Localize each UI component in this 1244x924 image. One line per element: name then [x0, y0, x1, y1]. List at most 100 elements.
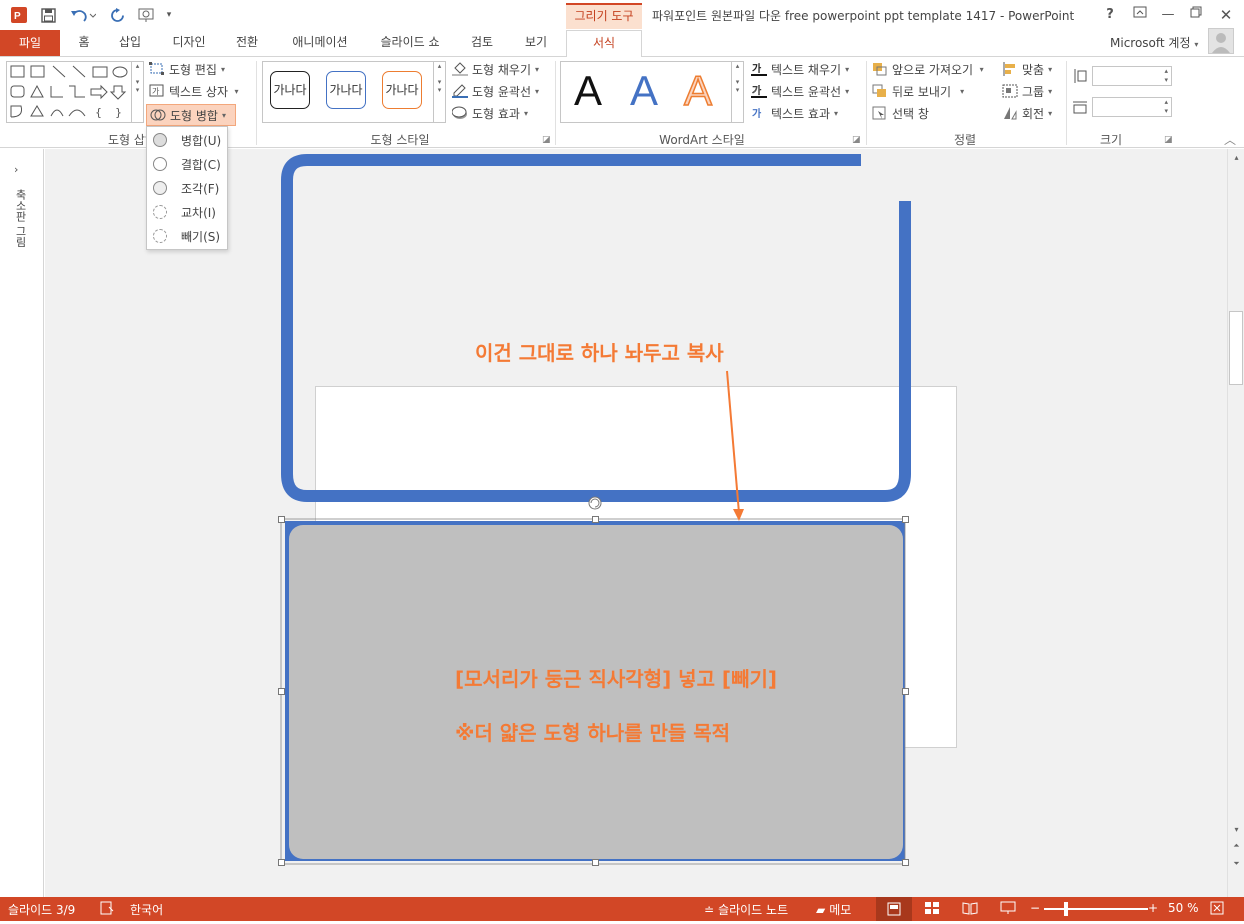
- resize-handle[interactable]: [902, 688, 909, 695]
- scrollbar-thumb[interactable]: [1229, 311, 1243, 385]
- selection-pane-button[interactable]: 선택 창: [872, 103, 929, 123]
- subtract-icon: [153, 229, 167, 243]
- resize-handle[interactable]: [278, 859, 285, 866]
- wordart-scroll[interactable]: ▴ ▾ ▾: [731, 62, 743, 122]
- size-launcher-icon[interactable]: ◪: [1164, 135, 1173, 145]
- tab-home[interactable]: 홈: [70, 30, 98, 56]
- shape-height-input[interactable]: ▴ ▾: [1092, 66, 1172, 86]
- shape-styles-launcher-icon[interactable]: ◪: [542, 135, 551, 145]
- width-icon: [1072, 97, 1088, 117]
- next-slide-icon[interactable]: ⏷: [1230, 859, 1243, 869]
- shape-fill-button[interactable]: 도형 채우기 ▾: [452, 59, 539, 79]
- account-name[interactable]: Microsoft 계정 ▾: [1110, 34, 1198, 51]
- tab-view[interactable]: 보기: [516, 30, 556, 56]
- text-outline-button[interactable]: 가 텍스트 윤곽선 ▾: [751, 81, 849, 101]
- fit-to-window-icon[interactable]: [1210, 901, 1224, 915]
- powerpoint-logo-icon[interactable]: P: [8, 5, 30, 25]
- rotate-button[interactable]: 회전 ▾: [1002, 103, 1052, 123]
- customize-qat-icon[interactable]: ▾: [163, 5, 175, 25]
- shape-style-sample-1[interactable]: 가나다: [270, 71, 310, 109]
- edit-shape-button[interactable]: 도형 편집 ▾: [149, 59, 225, 79]
- resize-handle[interactable]: [902, 859, 909, 866]
- shape-styles-scroll[interactable]: ▴ ▾ ▾: [433, 62, 445, 122]
- zoom-out-icon[interactable]: −: [1030, 901, 1040, 915]
- scroll-up-icon[interactable]: ▴: [1230, 153, 1243, 162]
- shapes-gallery-scroll[interactable]: ▴ ▾ ▾: [131, 62, 143, 122]
- shapes-gallery[interactable]: { } ▴ ▾ ▾: [6, 61, 144, 123]
- text-effects-button[interactable]: 가 텍스트 효과 ▾: [751, 103, 838, 123]
- restore-button[interactable]: [1183, 4, 1209, 26]
- send-backward-icon: [872, 84, 888, 98]
- vertical-scrollbar[interactable]: ▴ ▾ ⏶ ⏷: [1227, 149, 1244, 897]
- language-indicator[interactable]: 한국어: [130, 901, 163, 918]
- svg-text:}: }: [115, 106, 122, 119]
- slide-sorter-icon[interactable]: [924, 901, 940, 915]
- zoom-level[interactable]: 50 %: [1168, 901, 1199, 915]
- previous-slide-icon[interactable]: ⏶: [1230, 841, 1243, 851]
- scroll-down-icon[interactable]: ▾: [1230, 825, 1243, 834]
- edit-shape-label: 도형 편집: [169, 62, 217, 77]
- wordart-sample-black[interactable]: A: [574, 67, 602, 115]
- tab-review[interactable]: 검토: [462, 30, 502, 56]
- zoom-slider[interactable]: [1044, 908, 1148, 910]
- menu-item-fragment[interactable]: 조각(F): [147, 177, 227, 199]
- wordart-launcher-icon[interactable]: ◪: [852, 135, 861, 145]
- tab-insert[interactable]: 삽입: [112, 30, 148, 56]
- resize-handle[interactable]: [592, 516, 599, 523]
- zoom-slider-thumb[interactable]: [1064, 902, 1068, 916]
- normal-view-button[interactable]: [876, 897, 912, 921]
- redo-icon[interactable]: [108, 5, 126, 25]
- tab-format[interactable]: 서식: [566, 30, 642, 57]
- resize-handle[interactable]: [592, 859, 599, 866]
- wordart-sample-blue[interactable]: A: [630, 67, 658, 115]
- text-fill-button[interactable]: 가 텍스트 채우기 ▾: [751, 59, 849, 79]
- align-button[interactable]: 맞춤 ▾: [1002, 59, 1052, 79]
- shape-width-input[interactable]: ▴ ▾: [1092, 97, 1172, 117]
- shape-outline-button[interactable]: 도형 윤곽선 ▾: [452, 81, 539, 101]
- collapse-ribbon-icon[interactable]: ︿: [1224, 131, 1236, 148]
- wordart-sample-orange[interactable]: A: [683, 66, 713, 115]
- spellcheck-icon[interactable]: [100, 901, 114, 915]
- shape-style-sample-2[interactable]: 가나다: [326, 71, 366, 109]
- text-outline-icon: 가: [751, 84, 767, 98]
- menu-item-subtract[interactable]: 빼기(S): [147, 225, 227, 247]
- tab-file[interactable]: 파일: [0, 30, 60, 56]
- align-icon: [1002, 62, 1018, 76]
- merge-shapes-button[interactable]: 도형 병합 ▾: [146, 104, 236, 126]
- avatar[interactable]: [1208, 28, 1234, 54]
- undo-icon[interactable]: [68, 5, 98, 25]
- notes-icon: ≐: [704, 902, 715, 917]
- menu-item-union[interactable]: 병합(U): [147, 129, 227, 151]
- shape-effects-button[interactable]: 도형 효과 ▾: [451, 103, 528, 123]
- notes-button[interactable]: ≐ 슬라이드 노트: [704, 901, 788, 918]
- shape-style-sample-3[interactable]: 가나다: [382, 71, 422, 109]
- group-button[interactable]: 그룹 ▾: [1002, 81, 1052, 101]
- resize-handle[interactable]: [902, 516, 909, 523]
- menu-item-combine[interactable]: 결합(C): [147, 153, 227, 175]
- help-button[interactable]: ?: [1097, 4, 1123, 26]
- tab-slideshow[interactable]: 슬라이드 쇼: [372, 30, 448, 56]
- slideshow-view-icon[interactable]: [1000, 901, 1016, 915]
- expand-pane-icon[interactable]: ›: [14, 163, 18, 176]
- save-icon[interactable]: [38, 5, 58, 25]
- bring-forward-button[interactable]: 앞으로 가져오기 ▾: [872, 59, 984, 79]
- resize-handle[interactable]: [278, 688, 285, 695]
- comments-button[interactable]: ▰ 메모: [816, 901, 851, 918]
- thumbnail-pane: › 축소판 그림: [0, 149, 44, 897]
- tab-animations[interactable]: 애니메이션: [282, 30, 358, 56]
- text-box-button[interactable]: 가 텍스트 상자 ▾: [149, 81, 239, 101]
- zoom-in-icon[interactable]: +: [1148, 901, 1158, 915]
- ribbon-display-options-icon[interactable]: [1127, 4, 1153, 26]
- svg-text:가: 가: [152, 87, 160, 96]
- reading-view-icon[interactable]: [962, 901, 978, 915]
- slideshow-icon[interactable]: [136, 5, 158, 25]
- menu-item-intersect[interactable]: 교차(I): [147, 201, 227, 223]
- comments-label: 메모: [829, 903, 852, 917]
- tab-design[interactable]: 디자인: [164, 30, 214, 56]
- close-button[interactable]: ✕: [1213, 4, 1239, 26]
- slide-canvas[interactable]: 이건 그대로 하나 놔두고 복사 [모서리가 둥근 직사각형] 넣고 [빼기] …: [45, 149, 1227, 897]
- resize-handle[interactable]: [278, 516, 285, 523]
- minimize-button[interactable]: —: [1155, 4, 1181, 26]
- send-backward-button[interactable]: 뒤로 보내기 ▾: [872, 81, 964, 101]
- tab-transitions[interactable]: 전환: [228, 30, 266, 56]
